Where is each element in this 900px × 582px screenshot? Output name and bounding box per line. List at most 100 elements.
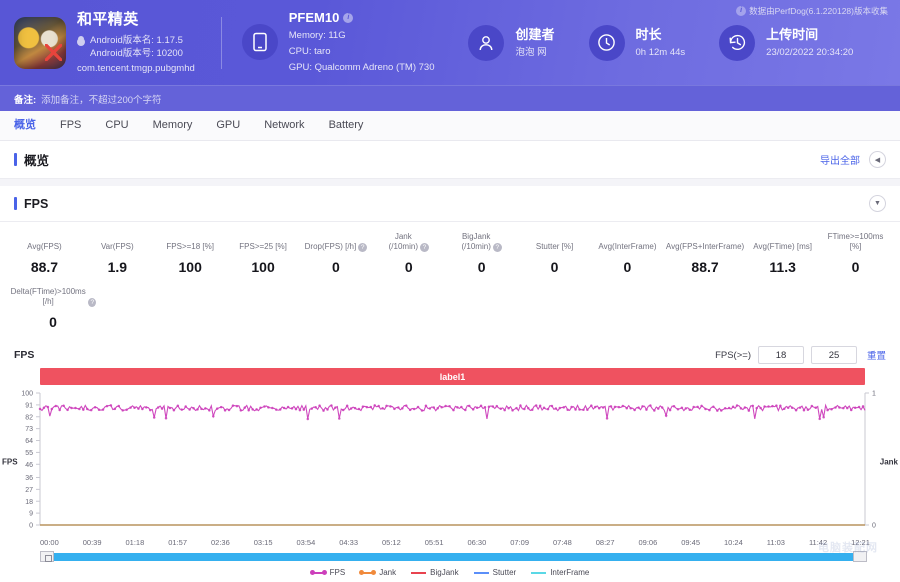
- legend-item-bigjank[interactable]: BigJank: [411, 568, 458, 577]
- nav-tabs: 概览FPSCPUMemoryGPUNetworkBattery: [0, 111, 900, 141]
- x-tick: 03:15: [254, 538, 273, 547]
- tab-Memory[interactable]: Memory: [141, 111, 205, 140]
- metric-label: Drop(FPS) [/h]?: [302, 232, 371, 252]
- fps-filter-label: FPS(>=): [715, 350, 751, 361]
- metric-label: BigJank (/10min)?: [447, 232, 516, 252]
- fps-section-header: FPS ▼: [0, 186, 900, 221]
- fps-threshold-max-input[interactable]: [811, 346, 857, 364]
- tab-FPS[interactable]: FPS: [48, 111, 93, 140]
- fps-collapse-button[interactable]: ▼: [869, 195, 886, 212]
- metric-value: 0: [447, 259, 516, 275]
- metric-value: 0: [520, 259, 589, 275]
- svg-text:9: 9: [29, 511, 33, 518]
- clock-icon: [589, 25, 625, 61]
- chart-range-scrollbar[interactable]: [40, 551, 867, 562]
- x-tick: 07:09: [510, 538, 529, 547]
- scrollbar-handle-right[interactable]: [853, 551, 867, 562]
- app-info: 和平精英 Android版本名: 1.17.5 Android版本号: 1020…: [77, 10, 195, 75]
- reset-button[interactable]: 重置: [867, 348, 886, 362]
- device-name-row: PFEM10 i: [289, 8, 435, 28]
- app-name: 和平精英: [77, 10, 195, 31]
- tab-Network[interactable]: Network: [252, 111, 316, 140]
- device-info-icon[interactable]: i: [343, 13, 353, 23]
- svg-text:82: 82: [25, 414, 33, 421]
- x-tick: 06:30: [468, 538, 487, 547]
- remark-bar[interactable]: 备注: 添加备注，不超过200个字符: [0, 85, 900, 111]
- metrics-row-2: Delta(FTime)>100ms [/h]?0: [0, 279, 900, 340]
- metric-drop-fps-h: Drop(FPS) [/h]?0: [300, 232, 373, 275]
- metric-label: Avg(InterFrame): [593, 232, 662, 252]
- chart-label-band[interactable]: label1: [40, 368, 865, 385]
- svg-text:91: 91: [25, 402, 33, 409]
- creator-block: 创建者 泡泡 网: [468, 25, 554, 61]
- svg-text:18: 18: [25, 499, 33, 506]
- svg-text:73: 73: [25, 426, 33, 433]
- tab-概览[interactable]: 概览: [12, 111, 48, 140]
- metric-value: 0: [821, 259, 890, 275]
- x-tick: 02:36: [211, 538, 230, 547]
- legend-item-stutter[interactable]: Stutter: [474, 568, 517, 577]
- x-tick: 12:21: [851, 538, 870, 547]
- metric-label: Avg(FTime) [ms]: [748, 232, 817, 252]
- metric-value: 0: [10, 314, 96, 330]
- legend-color-swatch: [411, 572, 426, 574]
- metric-value: 0: [593, 259, 662, 275]
- x-tick: 05:51: [425, 538, 444, 547]
- help-icon[interactable]: ?: [420, 243, 429, 252]
- metric-value: 1.9: [83, 259, 152, 275]
- device-memory: Memory: 11G: [289, 28, 435, 44]
- help-icon[interactable]: ?: [493, 243, 502, 252]
- metrics-row-1: Avg(FPS)88.7Var(FPS)1.9FPS>=18 [%]100FPS…: [8, 232, 892, 275]
- perfdog-note-text: 数据由PerfDog(6.1.220128)版本收集: [749, 5, 888, 17]
- help-icon[interactable]: ?: [358, 243, 367, 252]
- metric-value: 11.3: [748, 259, 817, 275]
- metric-label: Jank (/10min)?: [374, 232, 443, 252]
- metric-label: FPS>=18 [%]: [156, 232, 225, 252]
- metric-avg-interframe: Avg(InterFrame) 0: [591, 232, 664, 275]
- x-axis-ticks: 00:0000:3901:1801:5702:3603:1503:5404:33…: [40, 538, 870, 547]
- metric-stutter: Stutter [%] 0: [518, 232, 591, 275]
- tab-CPU[interactable]: CPU: [93, 111, 140, 140]
- metric-avg-fps: Avg(FPS)88.7: [8, 232, 81, 275]
- legend-item-interframe[interactable]: InterFrame: [531, 568, 589, 577]
- metric-value: 88.7: [10, 259, 79, 275]
- help-icon[interactable]: ?: [88, 298, 96, 307]
- fps-threshold-min-input[interactable]: [758, 346, 804, 364]
- fps-chart-title: FPS: [14, 349, 34, 361]
- scrollbar-handle-left[interactable]: [40, 551, 54, 562]
- tab-Battery[interactable]: Battery: [317, 111, 376, 140]
- export-all-button[interactable]: 导出全部: [820, 152, 860, 167]
- svg-text:0: 0: [29, 523, 33, 530]
- metric-value: 100: [229, 259, 298, 275]
- x-tick: 11:42: [809, 538, 827, 547]
- tab-GPU[interactable]: GPU: [204, 111, 252, 140]
- metric-label: Stutter [%]: [520, 232, 589, 252]
- metric-value: 100: [156, 259, 225, 275]
- legend-label: InterFrame: [550, 568, 589, 577]
- x-tick: 10:24: [724, 538, 743, 547]
- history-icon: [719, 25, 755, 61]
- metric-avg-ftime-ms: Avg(FTime) [ms] 11.3: [746, 232, 819, 275]
- fps-plot-area[interactable]: FPS Jank 0918273646556473829110001: [0, 387, 900, 537]
- overview-collapse-button[interactable]: ◀: [869, 151, 886, 168]
- x-tick: 08:27: [596, 538, 615, 547]
- legend-label: Stutter: [493, 568, 517, 577]
- legend-item-fps[interactable]: FPS: [311, 568, 346, 577]
- chart-legend: FPS Jank BigJank Stutter InterFrame: [0, 568, 900, 577]
- duration-block: 时长 0h 12m 44s: [589, 25, 686, 61]
- device-block: PFEM10 i Memory: 11G CPU: taro GPU: Qual…: [242, 8, 435, 76]
- app-versions: Android版本名: 1.17.5 Android版本号: 10200: [90, 34, 183, 60]
- legend-label: Jank: [379, 568, 396, 577]
- legend-item-jank[interactable]: Jank: [360, 568, 396, 577]
- upload-time-value: 23/02/2022 20:34:20: [766, 46, 853, 60]
- overview-section-header: 概览 导出全部 ◀: [0, 141, 900, 178]
- report-header: i 数据由PerfDog(6.1.220128)版本收集 和平精英 Androi…: [0, 0, 900, 85]
- x-tick: 00:39: [83, 538, 102, 547]
- legend-color-swatch: [360, 572, 375, 574]
- x-tick: 09:45: [681, 538, 700, 547]
- svg-text:36: 36: [25, 475, 33, 482]
- scrollbar-track[interactable]: [40, 553, 867, 561]
- remark-placeholder[interactable]: 添加备注，不超过200个字符: [41, 92, 161, 106]
- section-gap: [0, 179, 900, 186]
- legend-color-swatch: [311, 572, 326, 574]
